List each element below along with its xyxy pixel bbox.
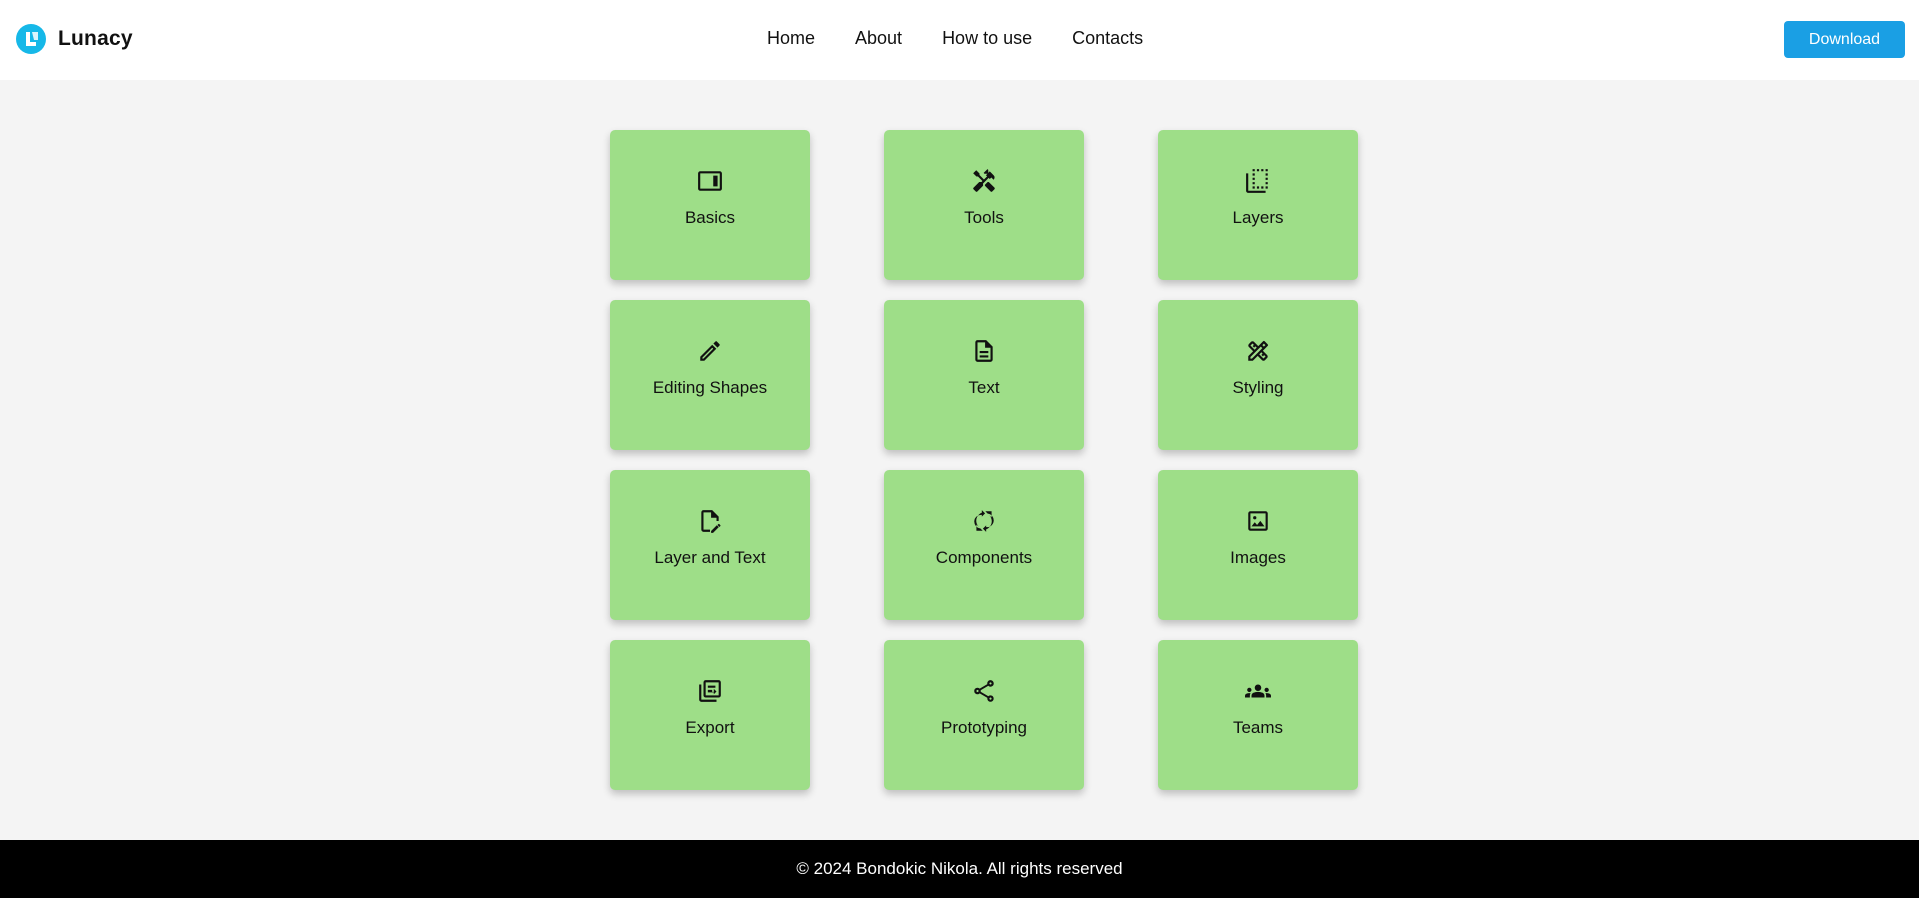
card-prototyping[interactable]: Prototyping <box>884 640 1084 790</box>
topic-grid: Basics Tools Layers Editing Shapes Text … <box>610 130 1358 790</box>
card-label: Tools <box>964 208 1004 227</box>
card-export[interactable]: Export <box>610 640 810 790</box>
download-button[interactable]: Download <box>1784 21 1905 58</box>
document-icon <box>971 338 997 364</box>
card-layers[interactable]: Layers <box>1158 130 1358 280</box>
lunacy-logo-icon <box>16 24 46 54</box>
card-label: Basics <box>684 208 736 227</box>
card-label: Styling <box>1232 378 1284 397</box>
card-teams[interactable]: Teams <box>1158 640 1358 790</box>
share-icon <box>971 678 997 704</box>
card-components[interactable]: Components <box>884 470 1084 620</box>
card-images[interactable]: Images <box>1158 470 1358 620</box>
card-basics[interactable]: Basics <box>610 130 810 280</box>
card-label: Teams <box>1232 718 1284 737</box>
card-label: Layer and Text <box>654 548 766 567</box>
card-text[interactable]: Text <box>884 300 1084 450</box>
site-header: Lunacy Home About How to use Contacts Do… <box>0 0 1919 80</box>
card-label: Text <box>968 378 1000 397</box>
card-label: Images <box>1230 548 1286 567</box>
brand-name: Lunacy <box>58 27 133 50</box>
site-footer: © 2024 Bondokic Nikola. All rights reser… <box>0 840 1919 898</box>
card-layer-and-text[interactable]: Layer and Text <box>610 470 810 620</box>
card-label: Editing Shapes <box>652 378 768 397</box>
layers-select-icon <box>1245 168 1271 194</box>
nav-link-about[interactable]: About <box>855 28 902 49</box>
brand[interactable]: Lunacy <box>16 24 133 54</box>
nav-link-home[interactable]: Home <box>767 28 815 49</box>
groups-icon <box>1245 678 1271 704</box>
card-label: Components <box>935 548 1033 567</box>
nav-link-contacts[interactable]: Contacts <box>1072 28 1143 49</box>
image-icon <box>1245 508 1271 534</box>
file-edit-icon <box>697 508 723 534</box>
nav-link-how-to-use[interactable]: How to use <box>942 28 1032 49</box>
export-icon <box>697 678 723 704</box>
design-services-icon <box>1245 338 1271 364</box>
card-label: Layers <box>1232 208 1284 227</box>
card-label: Export <box>685 718 735 737</box>
card-editing-shapes[interactable]: Editing Shapes <box>610 300 810 450</box>
card-label: Prototyping <box>941 718 1027 737</box>
copyright-text: © 2024 Bondokic Nikola. All rights reser… <box>796 859 1123 878</box>
card-tools[interactable]: Tools <box>884 130 1084 280</box>
video-label-icon <box>697 168 723 194</box>
tools-icon <box>971 168 997 194</box>
main-nav: Home About How to use Contacts <box>767 28 1143 49</box>
sync-icon <box>971 508 997 534</box>
card-styling[interactable]: Styling <box>1158 300 1358 450</box>
pencil-icon <box>697 338 723 364</box>
